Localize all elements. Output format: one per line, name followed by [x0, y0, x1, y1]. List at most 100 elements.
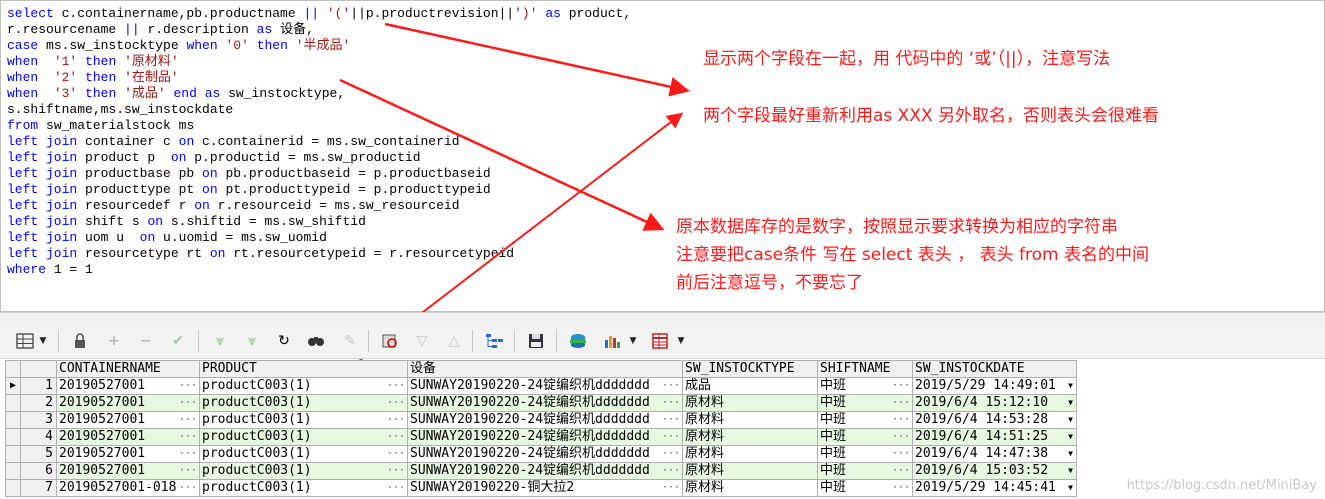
chevron-down-icon[interactable]: ▼	[628, 331, 638, 351]
cell-device[interactable]: ··· SUNWAY20190220-24锭编织机ddddddd	[407, 428, 683, 446]
cell-ellipsis-button[interactable]: ···	[387, 447, 405, 462]
cell-ellipsis-button[interactable]: ···	[892, 464, 910, 479]
column-header-sw-instocktype[interactable]: SW_INSTOCKTYPE	[682, 360, 818, 378]
cell-product[interactable]: ··· productC003(1)	[199, 394, 408, 412]
column-header-shiftname[interactable]: SHIFTNAME	[817, 360, 913, 378]
cell-shift[interactable]: ··· 中班	[817, 479, 913, 497]
cell-ellipsis-button[interactable]: ···	[179, 379, 197, 394]
chevron-down-icon[interactable]: ▼	[1068, 481, 1073, 496]
cell-shift[interactable]: ··· 中班	[817, 411, 913, 429]
chevron-down-icon[interactable]: ▼	[1068, 396, 1073, 411]
chevron-down-icon[interactable]: ▼	[1068, 464, 1073, 479]
query-by-example-icon[interactable]	[380, 331, 400, 351]
cell-date[interactable]: ▼ 2019/5/29 14:45:41	[912, 479, 1077, 497]
cell-ellipsis-button[interactable]: ···	[892, 396, 910, 411]
cell-containername[interactable]: ··· 20190527001	[56, 462, 200, 480]
cell-device[interactable]: ··· SUNWAY20190220-24锭编织机ddddddd	[407, 462, 683, 480]
cell-containername[interactable]: ··· 20190527001	[56, 377, 200, 395]
cell-type[interactable]: 成品	[682, 377, 818, 395]
cell-product[interactable]: ··· productC003(1)	[199, 377, 408, 395]
cell-ellipsis-button[interactable]: ···	[387, 464, 405, 479]
fetch-last-icon[interactable]: ⩔	[242, 331, 262, 351]
explain-plan-icon[interactable]	[484, 331, 504, 351]
cell-ellipsis-button[interactable]: ···	[662, 447, 680, 462]
chevron-down-icon[interactable]: ▼	[1068, 430, 1073, 445]
cell-ellipsis-button[interactable]: ···	[892, 481, 910, 496]
cell-type[interactable]: 原材料	[682, 411, 818, 429]
cell-shift[interactable]: ··· 中班	[817, 445, 913, 463]
cell-ellipsis-button[interactable]: ···	[179, 396, 197, 411]
cell-device[interactable]: ··· SUNWAY20190220-24锭编织机ddddddd	[407, 394, 683, 412]
cell-ellipsis-button[interactable]: ···	[179, 447, 197, 462]
cell-containername[interactable]: ··· 20190527001-018	[56, 479, 200, 497]
column-header-device[interactable]: 设备	[407, 360, 683, 378]
refresh-icon[interactable]: ↻	[274, 331, 294, 351]
table-row[interactable]: 7 ··· 20190527001-018 ··· productC003(1) ··· S…	[5, 479, 1077, 497]
export-icon[interactable]	[568, 331, 588, 351]
cell-ellipsis-button[interactable]: ···	[662, 396, 680, 411]
cell-product[interactable]: ··· productC003(1)	[199, 479, 408, 497]
next-record-icon[interactable]: ▽	[412, 331, 432, 351]
cell-ellipsis-button[interactable]: ···	[662, 464, 680, 479]
cell-ellipsis-button[interactable]: ···	[179, 464, 197, 479]
cell-product[interactable]: ··· productC003(1)	[199, 462, 408, 480]
table-row[interactable]: ▶ 1 ··· 20190527001 ··· productC003(1) ··· SUNW…	[5, 377, 1077, 395]
cell-date[interactable]: ▼ 2019/6/4 14:53:28	[912, 411, 1077, 429]
cell-ellipsis-button[interactable]: ···	[662, 379, 680, 394]
cell-shift[interactable]: ··· 中班	[817, 462, 913, 480]
cell-device[interactable]: ··· SUNWAY20190220-24锭编织机ddddddd	[407, 445, 683, 463]
cell-type[interactable]: 原材料	[682, 394, 818, 412]
cell-ellipsis-button[interactable]: ···	[892, 430, 910, 445]
cell-ellipsis-button[interactable]: ···	[387, 481, 405, 496]
chevron-down-icon[interactable]: ▼	[1068, 413, 1073, 428]
add-record-icon[interactable]: +	[104, 331, 124, 351]
cell-date[interactable]: ▼ 2019/6/4 14:51:25	[912, 428, 1077, 446]
cell-shift[interactable]: ··· 中班	[817, 377, 913, 395]
table-row[interactable]: 2 ··· 20190527001 ··· productC003(1) ··· SUNWA…	[5, 394, 1077, 412]
cell-date[interactable]: ▼ 2019/6/4 15:12:10	[912, 394, 1077, 412]
cell-device[interactable]: ··· SUNWAY20190220-铜大拉2	[407, 479, 683, 497]
cell-ellipsis-button[interactable]: ···	[387, 379, 405, 394]
find-icon[interactable]	[306, 331, 326, 351]
cell-ellipsis-button[interactable]: ···	[662, 430, 680, 445]
column-header-containername[interactable]: CONTAINERNAME	[56, 360, 200, 378]
cell-type[interactable]: 原材料	[682, 445, 818, 463]
post-changes-icon[interactable]: ✔	[168, 331, 188, 351]
cell-ellipsis-button[interactable]: ···	[179, 430, 197, 445]
cell-device[interactable]: ··· SUNWAY20190220-24锭编织机ddddddd	[407, 411, 683, 429]
clear-icon[interactable]: ✎	[340, 331, 360, 351]
fetch-next-icon[interactable]: ⩔	[210, 331, 230, 351]
grid-view-icon[interactable]	[15, 331, 35, 351]
cell-shift[interactable]: ··· 中班	[817, 428, 913, 446]
chevron-down-icon[interactable]: ▼	[38, 331, 48, 351]
cell-product[interactable]: ··· productC003(1)	[199, 445, 408, 463]
cell-ellipsis-button[interactable]: ···	[662, 413, 680, 428]
column-header-product[interactable]: PRODUCT	[199, 360, 408, 378]
cell-containername[interactable]: ··· 20190527001	[56, 411, 200, 429]
cell-type[interactable]: 原材料	[682, 428, 818, 446]
chart-icon[interactable]	[602, 331, 622, 351]
cell-ellipsis-button[interactable]: ···	[662, 481, 680, 496]
cell-device[interactable]: ··· SUNWAY20190220-24锭编织机ddddddd	[407, 377, 683, 395]
table-row[interactable]: 6 ··· 20190527001 ··· productC003(1) ··· SUNWA…	[5, 462, 1077, 480]
chevron-down-icon[interactable]: ▼	[1068, 447, 1073, 462]
cell-ellipsis-button[interactable]: ···	[387, 413, 405, 428]
previous-record-icon[interactable]: △	[444, 331, 464, 351]
lock-icon[interactable]	[70, 331, 90, 351]
cell-ellipsis-button[interactable]: ···	[892, 447, 910, 462]
table-row[interactable]: 4 ··· 20190527001 ··· productC003(1) ··· SUNWA…	[5, 428, 1077, 446]
cell-date[interactable]: ▼ 2019/6/4 14:47:38	[912, 445, 1077, 463]
delete-record-icon[interactable]: −	[136, 331, 156, 351]
cell-product[interactable]: ··· productC003(1)	[199, 428, 408, 446]
chevron-down-icon[interactable]: ▼	[676, 331, 686, 351]
cell-containername[interactable]: ··· 20190527001	[56, 445, 200, 463]
save-icon[interactable]	[526, 331, 546, 351]
cell-shift[interactable]: ··· 中班	[817, 394, 913, 412]
cell-ellipsis-button[interactable]: ···	[387, 396, 405, 411]
cell-type[interactable]: 原材料	[682, 479, 818, 497]
cell-ellipsis-button[interactable]: ···	[892, 379, 910, 394]
cell-ellipsis-button[interactable]: ···	[179, 481, 197, 496]
cell-date[interactable]: ▼ 2019/6/4 15:03:52	[912, 462, 1077, 480]
table-icon[interactable]	[650, 331, 670, 351]
cell-date[interactable]: ▼ 2019/5/29 14:49:01	[912, 377, 1077, 395]
